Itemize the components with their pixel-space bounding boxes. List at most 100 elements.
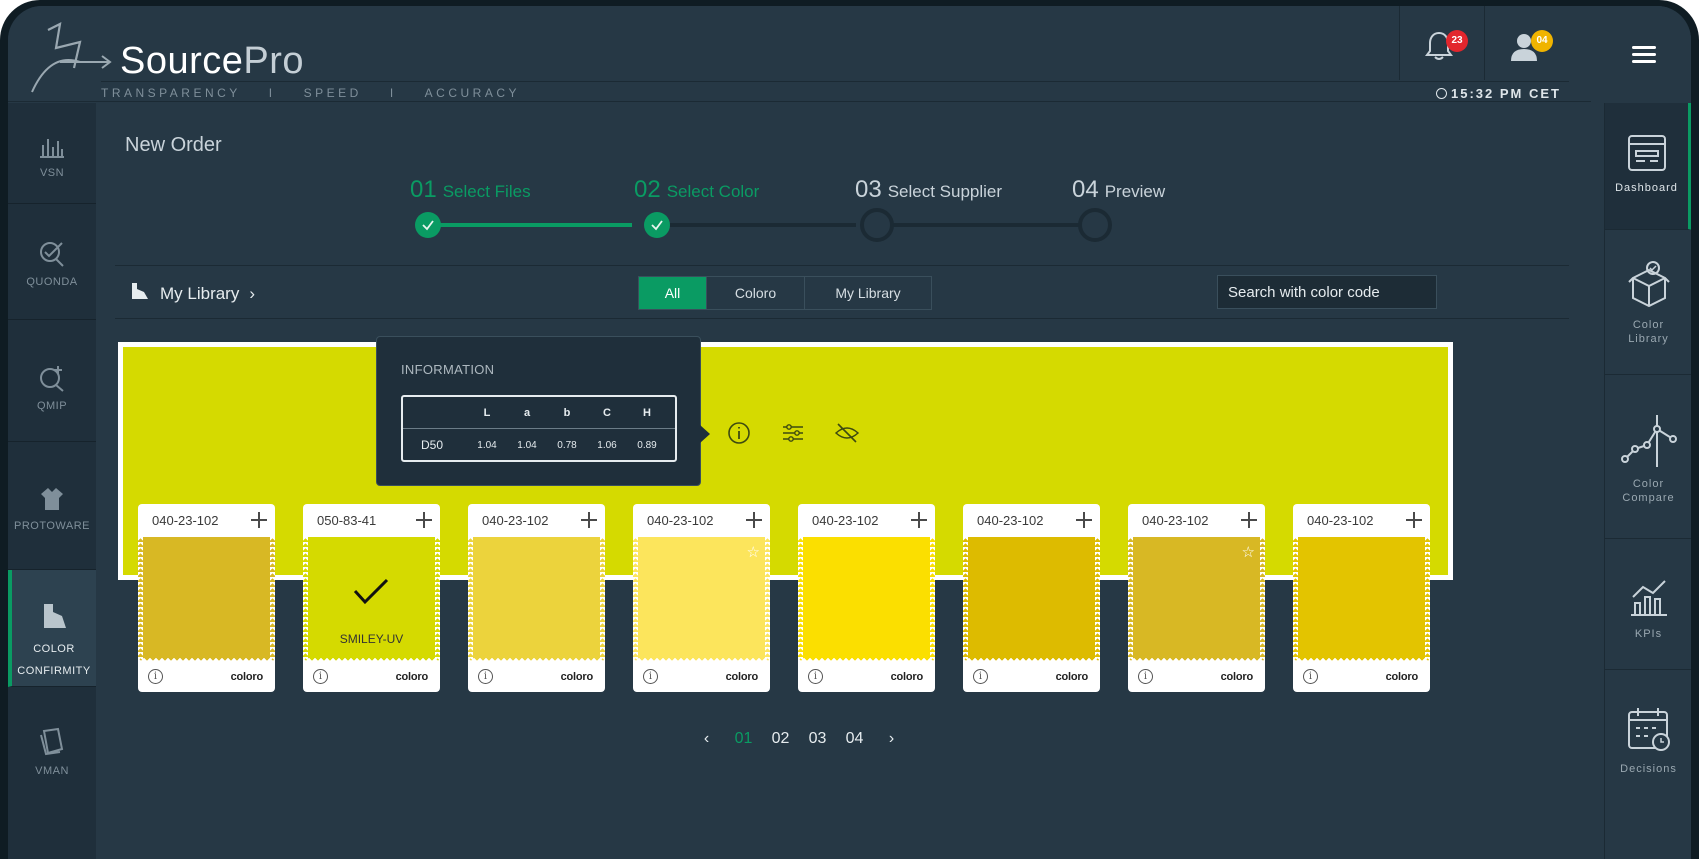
page-link[interactable]: 04 [836, 730, 873, 748]
swatch-color: ☆ [1128, 537, 1265, 663]
info-icon[interactable]: i [973, 669, 988, 684]
step-select-supplier[interactable]: 03 Select Supplier [855, 176, 1002, 204]
swatch-color [963, 537, 1100, 663]
swatch-code: 050-83-41 [303, 504, 440, 537]
tab-all[interactable]: All [639, 277, 707, 309]
column-header: C [603, 406, 611, 419]
sidebar-item-vman[interactable]: VMAN [8, 687, 96, 807]
page-link[interactable]: 02 [762, 730, 799, 748]
step-preview[interactable]: 04 Preview [1072, 176, 1165, 204]
coloro-logo: coloro [1385, 671, 1419, 683]
swatch-color [138, 537, 275, 663]
swatch-card[interactable]: 040-23-102 i coloro [138, 504, 275, 692]
info-icon[interactable]: i [148, 669, 163, 684]
page-link[interactable]: 03 [799, 730, 836, 748]
sidebar-item-protoware[interactable]: PROTOWARE [8, 442, 96, 570]
swatch-card[interactable]: 050-83-41 SMILEY-UV i coloro [303, 504, 440, 692]
swatch-color [798, 537, 935, 663]
step-connector [886, 223, 1086, 227]
eye-off-icon [834, 423, 860, 443]
document-stack-icon [40, 727, 64, 756]
step-select-color[interactable]: 02 Select Color [634, 176, 759, 204]
swatch-code: 040-23-102 [468, 504, 605, 537]
sidebar-item-vsn[interactable]: VSN [8, 103, 96, 204]
library-breadcrumb[interactable]: My Library › [130, 281, 255, 304]
box-icon [1627, 261, 1670, 308]
add-icon[interactable] [1241, 512, 1257, 528]
swatch-footer: i coloro [1128, 662, 1265, 692]
step-pending-dot [1078, 208, 1112, 242]
swatch-footer: i coloro [468, 662, 605, 692]
swatch-card[interactable]: 040-23-102 ☆ i coloro [1128, 504, 1265, 692]
coloro-logo: coloro [890, 671, 924, 683]
add-icon[interactable] [251, 512, 267, 528]
device-frame: SourcePro TRANSPARENCY I SPEED I ACCURACY 15… [0, 0, 1699, 859]
swatch-code: 040-23-102 [798, 504, 935, 537]
swatch-code: 040-23-102 [138, 504, 275, 537]
star-icon[interactable]: ☆ [747, 543, 760, 561]
section-divider [115, 265, 1569, 266]
sidebar-item-dashboard[interactable]: Dashboard [1605, 103, 1691, 230]
sidebar-item-color-library[interactable]: Color Library [1605, 230, 1691, 375]
star-icon[interactable]: ☆ [1242, 543, 1255, 561]
add-icon[interactable] [1406, 512, 1422, 528]
profile-button[interactable]: 04 [1484, 6, 1569, 80]
clock: 15:32 PM CET [1436, 86, 1561, 101]
coloro-logo: coloro [1220, 671, 1254, 683]
page-link[interactable]: 01 [725, 730, 762, 748]
table-cell: 1.04 [517, 439, 537, 451]
column-header: a [523, 406, 531, 419]
brand-tagline: TRANSPARENCY I SPEED I ACCURACY [101, 86, 521, 100]
next-page-button[interactable]: › [873, 730, 910, 748]
swatch-code: 040-23-102 [1128, 504, 1265, 537]
clock-icon [1436, 88, 1448, 99]
info-icon[interactable]: i [1138, 669, 1153, 684]
filter-tabs: All Coloro My Library [638, 276, 932, 310]
sidebar-item-color-compare[interactable]: Color Compare [1605, 375, 1691, 539]
notifications-button[interactable]: 23 [1399, 6, 1484, 80]
lab-values-table: L a b C H D50 1.04 1.04 0.78 1.06 0.89 [401, 395, 677, 462]
hide-button[interactable] [834, 420, 860, 446]
color-code-search-input[interactable] [1217, 275, 1437, 309]
swatch-card[interactable]: 040-23-102 i coloro [468, 504, 605, 692]
page-title: New Order [125, 134, 222, 156]
sidebar-item-quonda[interactable]: QUONDA [8, 204, 96, 320]
dashboard-icon [1627, 135, 1666, 171]
swatch-card[interactable]: 040-23-102 ☆ i coloro [633, 504, 770, 692]
table-header-row: L a b C H [403, 397, 675, 429]
notification-badge: 23 [1446, 30, 1468, 52]
add-icon[interactable] [746, 512, 762, 528]
swatch-card[interactable]: 040-23-102 i coloro [798, 504, 935, 692]
adjust-button[interactable] [780, 420, 806, 446]
swatch-card[interactable]: 040-23-102 i coloro [1293, 504, 1430, 692]
info-icon[interactable]: i [808, 669, 823, 684]
sidebar-item-kpis[interactable]: KPIs [1605, 539, 1691, 670]
info-button[interactable] [726, 420, 752, 446]
step-select-files[interactable]: 01 Select Files [410, 176, 531, 204]
hamburger-menu-button[interactable] [1591, 6, 1691, 102]
left-sidebar: VSN QUONDA QMIP PROTOWARE COLOR CONFIRMI… [8, 103, 96, 859]
table-row: D50 1.04 1.04 0.78 1.06 0.89 [403, 429, 675, 461]
prev-page-button[interactable]: ‹ [688, 730, 725, 748]
tab-my-library[interactable]: My Library [805, 277, 931, 309]
menu-line [1632, 60, 1656, 63]
coloro-logo: coloro [560, 671, 594, 683]
sidebar-item-qmip[interactable]: QMIP [8, 320, 96, 442]
add-icon[interactable] [416, 512, 432, 528]
add-icon[interactable] [911, 512, 927, 528]
menu-line [1632, 46, 1656, 49]
info-icon[interactable]: i [1303, 669, 1318, 684]
tab-coloro[interactable]: Coloro [707, 277, 805, 309]
coloro-logo: coloro [230, 671, 264, 683]
swatch-card[interactable]: 040-23-102 i coloro [963, 504, 1100, 692]
info-icon[interactable]: i [313, 669, 328, 684]
add-icon[interactable] [1076, 512, 1092, 528]
sidebar-item-decisions[interactable]: Decisions [1605, 670, 1691, 810]
sidebar-item-color-confirmity[interactable]: COLOR CONFIRMITY [8, 570, 96, 687]
brand-name: SourcePro [120, 40, 305, 82]
swatch-code: 040-23-102 [633, 504, 770, 537]
info-icon[interactable]: i [643, 669, 658, 684]
info-icon[interactable]: i [478, 669, 493, 684]
search-check-icon [40, 242, 64, 267]
add-icon[interactable] [581, 512, 597, 528]
